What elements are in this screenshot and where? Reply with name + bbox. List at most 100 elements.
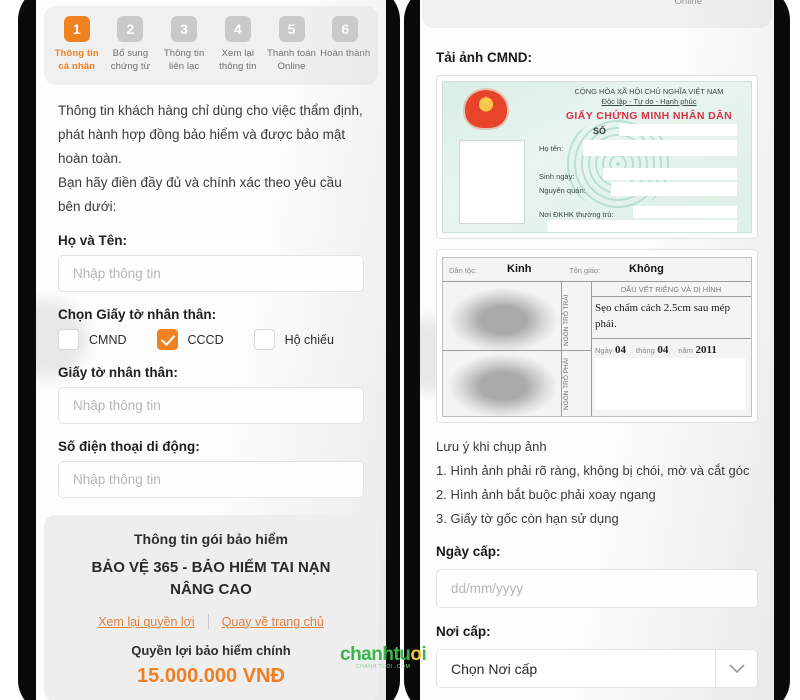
chevron-down-icon[interactable] [715,650,757,687]
stepper-remnant-label: Online [674,0,702,7]
id-back-issue-date: Ngày 04 tháng 04 năm 2011 [595,344,747,356]
issue-date-input[interactable]: dd/mm/yyyy [436,569,758,608]
package-name-line-1: BẢO VỆ 365 - BẢO HIỂM TAI NẠN [91,559,331,576]
redaction-block-residence [633,206,737,218]
step-6-badge: 6 [332,16,359,42]
id-back-divider-1 [561,282,562,416]
id-back-marks-header: DẤU VẾT RIÊNG VÀ DỊ HÌNH [620,285,722,294]
id-back-day-value: 04 [615,344,627,356]
id-front-number-label: SỐ [593,126,607,136]
checkbox-cccd[interactable] [156,329,178,350]
issue-date-label: Ngày cấp: [436,544,501,559]
doctype-option-cmnd[interactable]: CMND [58,329,127,350]
view-benefits-link[interactable]: Xem lại quyền lợi [98,615,194,629]
right-phone-frame: Online Tải ảnh CMND: CỘNG HÒA XÃ HỘI CHỦ… [404,0,790,700]
link-divider [207,614,209,629]
id-front-origin-label: Nguyên quán: [539,186,586,195]
checkbox-passport-label: Hộ chiếu [284,332,334,347]
id-back-divider-2 [591,282,592,416]
id-back-left-finger-label: NGÓN TRỎ TRÁI [563,294,570,346]
id-front-photo-placeholder [459,140,525,224]
id-back-day-label: Ngày [595,346,613,355]
redaction-block-name [583,140,737,156]
benefit-label: Quyền lợi bảo hiểm chính [131,643,291,658]
step-2[interactable]: 2 Bổ sung chứng từ [104,16,157,73]
step-2-badge: 2 [117,16,144,42]
national-emblem-icon [465,90,507,128]
id-back-right-finger-label: NGÓN TRỎ PHẢI [563,358,570,410]
docnumber-label: Giấy tờ nhân thân: [58,365,178,380]
id-front-title: GIẤY CHỨNG MINH NHÂN DÂN [565,110,733,122]
redaction-block-origin [611,182,737,196]
step-5-label: Thanh toán Online [266,48,317,72]
step-1-badge: 1 [63,16,90,42]
back-home-link[interactable]: Quay về trang chủ [222,615,324,629]
id-front-header: CỘNG HÒA XÃ HỘI CHỦ NGHĨA VIỆT NAM Độc l… [553,87,745,107]
photo-guideline-3: 3. Giấy tờ gốc còn hạn sử dụng [436,511,619,526]
id-back-ethnic-label: Dân tộc: [449,266,477,275]
photo-guideline-2: 2. Hình ảnh bắt buộc phải xoay ngang [436,487,656,502]
checkbox-cmnd[interactable] [58,329,79,350]
id-back-month-value: 04 [657,344,669,356]
id-front-dob-label: Sinh ngày: [539,172,575,181]
id-card-back-image: Dân tộc: Kinh Tôn giáo: Không NGÓN TRỎ T… [442,257,752,418]
step-3-label: Thông tin liên lạc [163,48,205,72]
step-3-badge: 3 [171,16,198,42]
redaction-block-residence-2 [547,220,737,232]
step-1[interactable]: 1 Thông tin cá nhân [50,16,103,73]
phone-label: Số điện thoại di động: [58,439,200,454]
redaction-block-number [619,124,737,136]
step-5[interactable]: 5 Thanh toán Online [265,16,318,73]
checkbox-cmnd-label: CMND [89,332,127,347]
intro-text: Thông tin khách hàng chỉ dùng cho việc t… [58,99,364,218]
step-3[interactable]: 3 Thông tin liên lạc [157,16,210,73]
step-5-badge: 5 [278,16,305,42]
package-name: BẢO VỆ 365 - BẢO HIỂM TAI NẠN NÂNG CAO [56,557,366,601]
id-back-marks-text: Sẹo chấm cách 2.5cm sau mép phải. [595,300,743,332]
intro-line-2: phát hành hợp đồng bảo hiểm và được bảo … [58,127,346,142]
id-card-back-upload[interactable]: Dân tộc: Kinh Tôn giáo: Không NGÓN TRỎ T… [436,249,758,423]
stepper-remnant: Online [422,0,772,28]
right-phone-screen: Online Tải ảnh CMND: CỘNG HÒA XÃ HỘI CHỦ… [420,0,774,700]
step-6[interactable]: 6 Hoàn thành [319,16,372,73]
fullname-label: Họ và Tên: [58,233,128,248]
id-card-front-image: CỘNG HÒA XÃ HỘI CHỦ NGHĨA VIỆT NAM Độc l… [442,81,752,233]
screenshot-stage: 1 Thông tin cá nhân 2 Bổ sung chứng từ 3… [0,0,800,700]
intro-line-1: Thông tin khách hàng chỉ dùng cho việc t… [58,103,363,118]
checkbox-passport[interactable] [253,329,275,350]
id-back-divider-4 [591,338,751,339]
fullname-input[interactable]: Nhập thông tin [58,255,364,292]
id-back-month-label: tháng [636,346,655,355]
doctype-label: Chọn Giấy tờ nhân thân: [58,307,217,322]
id-card-front-upload[interactable]: CỘNG HÒA XÃ HỘI CHỦ NGHĨA VIỆT NAM Độc l… [436,75,758,239]
id-back-year-value: 2011 [695,344,717,356]
issue-place-value: Chọn Nơi cấp [451,660,538,677]
id-back-marks-line-2: phải. [595,318,617,330]
issue-place-select[interactable]: Chọn Nơi cấp [436,649,758,688]
id-front-header-line-2: Độc lập - Tự do - Hạnh phúc [601,97,697,106]
package-links: Xem lại quyền lợi Quay về trang chủ [56,614,366,629]
step-1-label: Thông tin cá nhân [54,48,99,72]
package-title: Thông tin gói bảo hiểm [134,531,288,547]
fingerprint-right-icon [449,354,557,418]
insurance-package-card: Thông tin gói bảo hiểm BẢO VỆ 365 - BẢO … [44,515,378,700]
photo-guideline-1: 1. Hình ảnh phải rõ ràng, không bị chói,… [436,463,750,478]
step-4[interactable]: 4 Xem lại thông tin [211,16,264,73]
package-name-line-2: NÂNG CAO [170,581,252,598]
id-back-marks-line-1: Sẹo chấm cách 2.5cm sau mép [595,302,731,314]
docnumber-input[interactable]: Nhập thông tin [58,387,364,424]
photo-guidelines: Lưu ý khi chụp ảnh 1. Hình ảnh phải rõ r… [436,439,758,526]
doctype-checkbox-group: CMND CCCD Hộ chiếu [58,329,364,350]
issue-place-label: Nơi cấp: [436,624,491,639]
phone-input[interactable]: Nhập thông tin [58,461,364,498]
redaction-block-signature [595,358,745,410]
left-phone-screen: 1 Thông tin cá nhân 2 Bổ sung chứng từ 3… [36,0,386,700]
doctype-option-cccd[interactable]: CCCD [156,329,224,350]
id-back-religion-label: Tôn giáo: [569,266,601,275]
fingerprint-left-icon [449,288,557,352]
doctype-option-passport[interactable]: Hộ chiếu [253,329,334,350]
left-form-body: Thông tin khách hàng chỉ dùng cho việc t… [36,85,386,498]
id-back-top-row: Dân tộc: Kinh Tôn giáo: Không [443,258,751,282]
step-4-badge: 4 [224,16,251,42]
intro-line-5: bên dưới: [58,199,117,214]
